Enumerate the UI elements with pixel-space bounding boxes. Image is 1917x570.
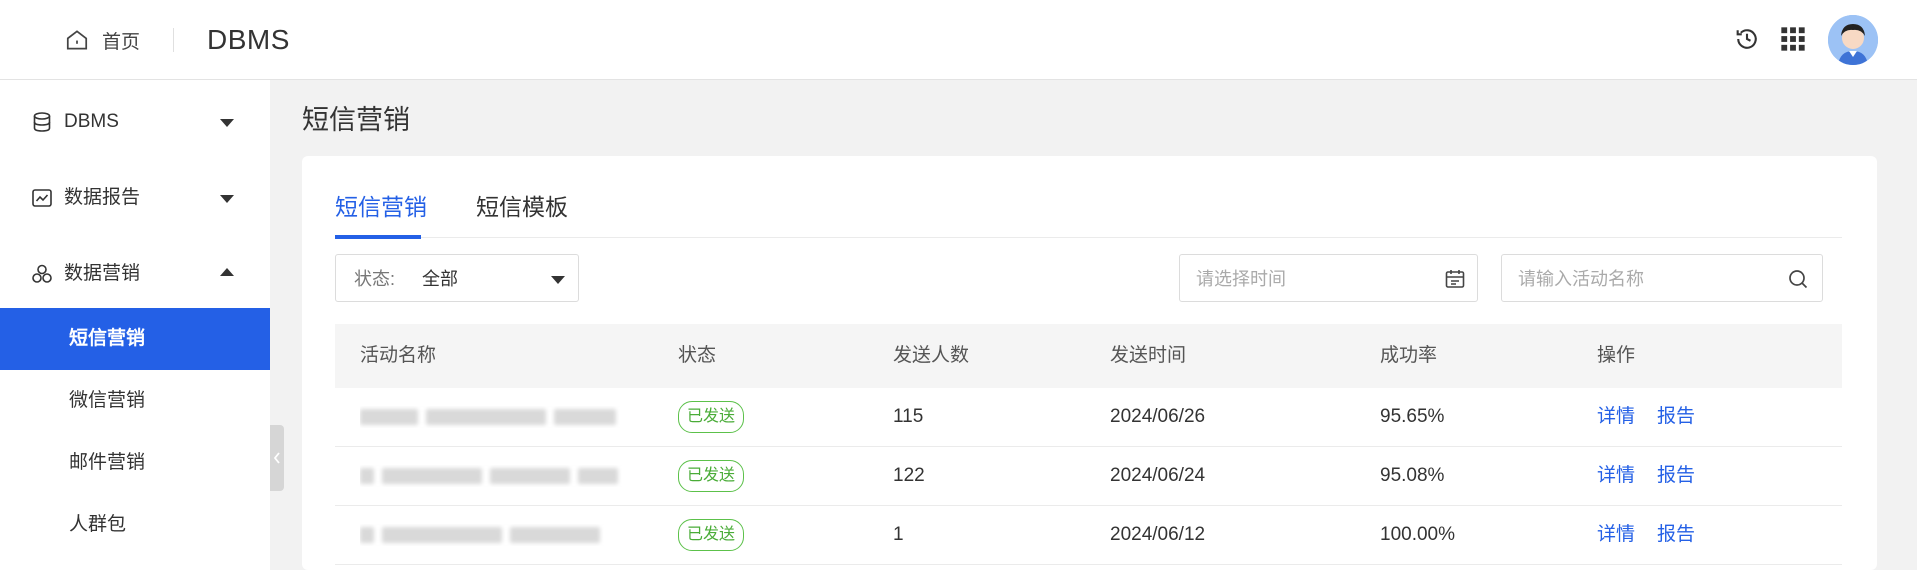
search-icon[interactable] [1786,267,1810,291]
table-row: 已发送 115 2024/06/26 95.65% 详情 报告 [335,388,1842,447]
detail-link[interactable]: 详情 [1597,405,1635,429]
sidebar-group-data-marketing[interactable]: 数据营销 [0,236,270,312]
sidebar-group-data-report[interactable]: 数据报告 [0,160,270,236]
chart-icon [32,189,52,207]
sidebar-group-label: DBMS [64,111,119,132]
database-icon [33,112,51,132]
redacted-activity-name [360,406,630,428]
activity-search-input[interactable] [1518,265,1778,293]
sidebar-group-dbms[interactable]: DBMS [0,84,270,160]
detail-link[interactable]: 详情 [1597,523,1635,547]
success-rate: 95.08% [1380,465,1445,486]
top-header: 首页 DBMS [0,0,1917,80]
sidebar-collapse-handle[interactable] [270,425,284,491]
tab-sms-template[interactable]: 短信模板 [476,184,568,230]
history-icon[interactable] [1730,22,1764,56]
column-header: 发送时间 [1110,345,1187,366]
send-time: 2024/06/24 [1110,465,1206,486]
apps-grid-icon[interactable] [1776,22,1810,56]
chevron-down-icon [220,119,234,127]
sidebar-item-sms-marketing[interactable]: 短信营销 [0,308,270,370]
status-filter-label: 状态: [354,269,396,289]
sidebar-item-audience-pack[interactable]: 人群包 [0,494,270,556]
report-link[interactable]: 报告 [1657,523,1695,547]
table-row: 已发送 122 2024/06/24 95.08% 详情 报告 [335,447,1842,506]
column-header: 活动名称 [360,345,437,366]
status-badge: 已发送 [678,401,745,433]
sidebar-group-label: 数据报告 [64,187,141,208]
success-rate: 100.00% [1380,524,1456,545]
chevron-down-icon [220,195,234,203]
status-filter-value: 全部 [422,269,458,289]
sidebar: DBMS 数据报告 数据营销 短信营销 微信营销 邮件营销 人群包 [0,80,270,570]
send-count: 1 [893,524,904,545]
chevron-left-icon [273,452,280,464]
sidebar-group-label: 数据营销 [64,263,141,284]
home-link[interactable]: 首页 [64,24,140,56]
status-badge: 已发送 [678,460,745,492]
report-link[interactable]: 报告 [1657,405,1695,429]
marketing-icon [32,264,52,283]
column-header: 成功率 [1380,345,1438,366]
tab-bar: 短信营销 短信模板 [335,184,1842,239]
content-card: 短信营销 短信模板 状态: 全部 活动名称 状态 发送人数 发送时间 成功率 操… [302,156,1877,570]
home-label: 首页 [102,31,141,53]
home-icon [66,30,88,50]
send-count: 122 [893,465,925,486]
send-count: 115 [893,406,924,427]
status-badge: 已发送 [678,519,745,551]
column-header: 发送人数 [893,345,970,366]
send-time: 2024/06/26 [1110,406,1206,427]
success-rate: 95.65% [1380,406,1445,427]
calendar-icon[interactable] [1443,267,1467,291]
redacted-activity-name [360,465,630,487]
send-time: 2024/06/12 [1110,524,1206,545]
column-header: 状态 [678,345,717,366]
detail-link[interactable]: 详情 [1597,464,1635,488]
chevron-down-icon [551,276,565,284]
avatar[interactable] [1828,15,1878,65]
status-filter-select[interactable]: 状态: 全部 [335,254,579,302]
header-divider [173,28,174,52]
page-title: 短信营销 [302,105,410,135]
activity-search[interactable] [1501,254,1823,302]
time-picker-input[interactable] [1196,265,1436,293]
tab-sms-marketing[interactable]: 短信营销 [335,184,427,230]
app-title: DBMS [207,24,290,55]
chevron-up-icon [220,268,234,276]
table-row: 已发送 1 2024/06/12 100.00% 详情 报告 [335,506,1842,565]
column-header: 操作 [1597,345,1636,366]
time-picker[interactable] [1179,254,1478,302]
sidebar-item-email-marketing[interactable]: 邮件营销 [0,432,270,494]
avatar-icon [1828,15,1878,65]
redacted-activity-name [360,524,630,546]
active-tab-indicator [335,235,421,239]
table-header: 活动名称 状态 发送人数 发送时间 成功率 操作 [335,324,1842,388]
sidebar-item-wechat-marketing[interactable]: 微信营销 [0,370,270,432]
report-link[interactable]: 报告 [1657,464,1695,488]
